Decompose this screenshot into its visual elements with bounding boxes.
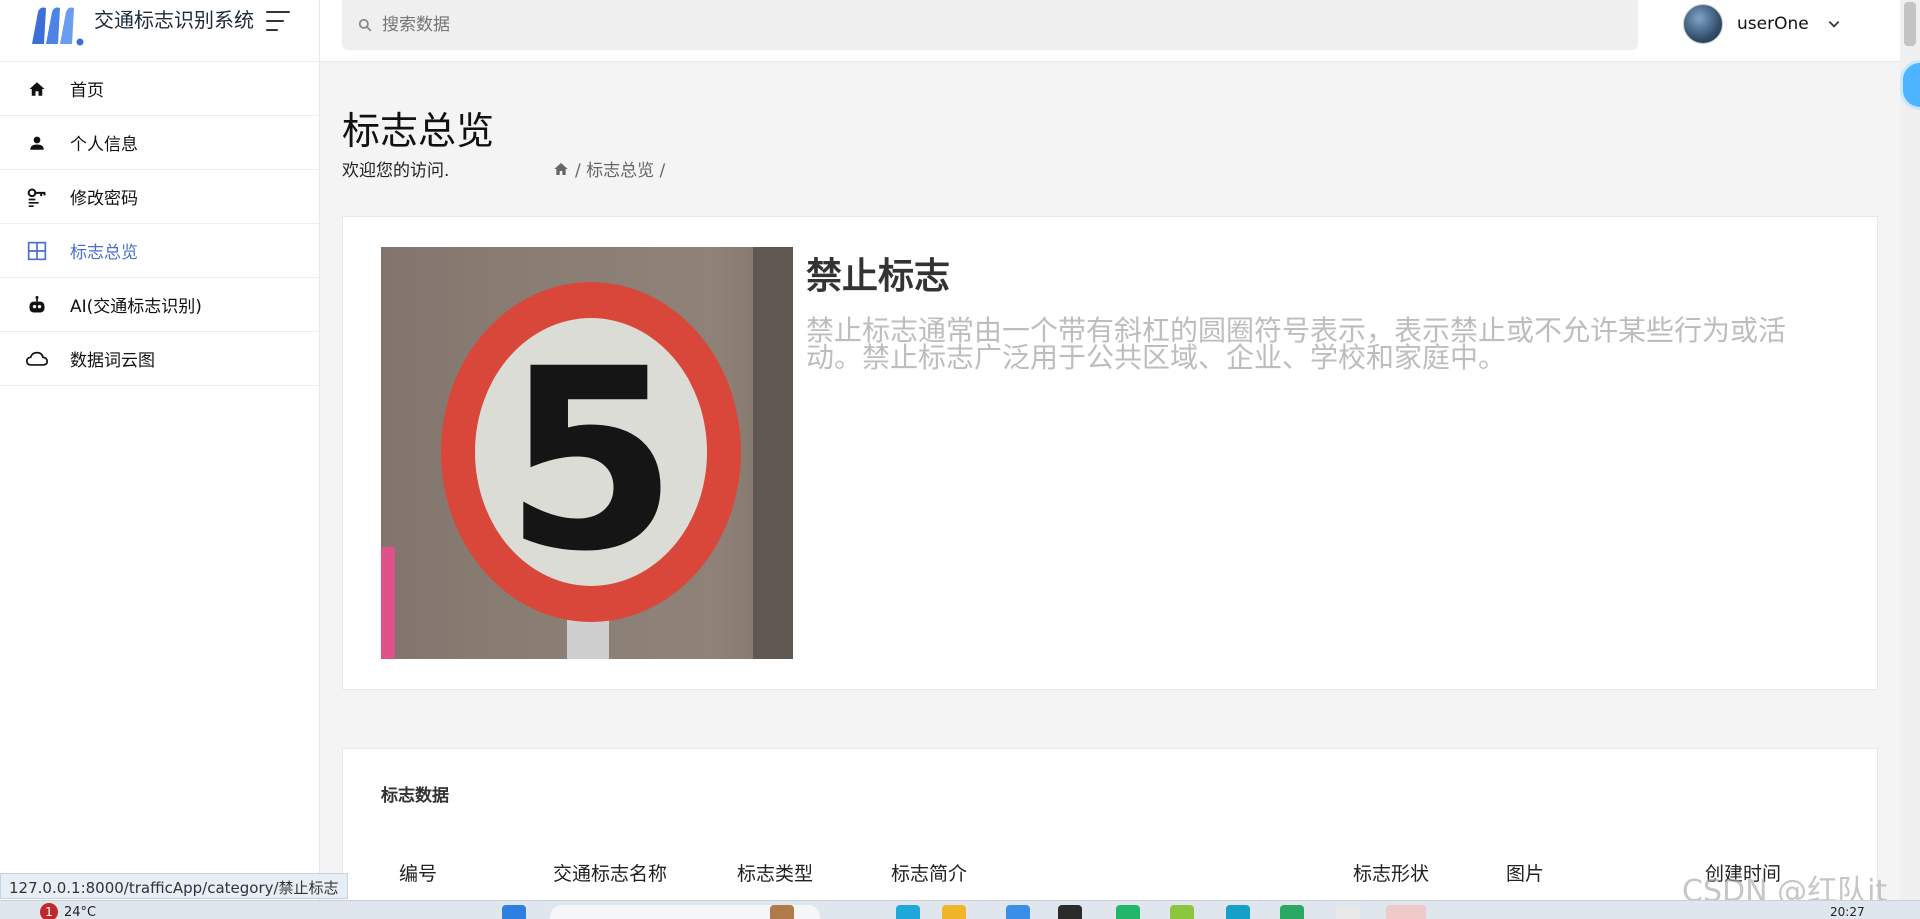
taskbar-clock[interactable]: 20:27 <box>1830 905 1865 919</box>
app-icon[interactable] <box>1170 905 1194 919</box>
welcome-text: 欢迎您的访问. <box>342 161 450 181</box>
sidebar-item-label: 数据词云图 <box>70 351 155 371</box>
search-input[interactable] <box>382 15 1598 35</box>
link-status-url: 127.0.0.1:8000/trafficApp/category/禁止标志 <box>0 873 348 899</box>
key-icon <box>26 186 48 208</box>
sidebar-item-wordcloud[interactable]: 数据词云图 <box>0 332 319 386</box>
search-icon <box>358 18 372 32</box>
column-header[interactable]: 标志类型 <box>737 859 813 886</box>
sidebar-item-password[interactable]: 修改密码 <box>0 170 319 224</box>
sidebar-item-ai-recognition[interactable]: AI(交通标志识别) <box>0 278 319 332</box>
os-taskbar: 1 24°C 20:27 <box>0 900 1920 919</box>
cloud-icon <box>26 348 48 370</box>
sign-category-description: 禁止标志通常由一个带有斜杠的圆圈符号表示，表示禁止或不允许某些行为或活动。禁止标… <box>806 314 1787 374</box>
column-header[interactable]: 图片 <box>1506 859 1544 886</box>
robot-icon <box>26 294 48 316</box>
sign-category-title: 禁止标志 <box>806 256 951 297</box>
windows-start-icon[interactable] <box>502 905 526 919</box>
breadcrumb: / 标志总览 / <box>553 156 665 181</box>
person-icon <box>26 132 48 154</box>
sidebar-item-label: 标志总览 <box>70 243 138 263</box>
grid-icon <box>26 240 48 262</box>
sidebar-item-label: 首页 <box>70 81 104 101</box>
app-icon[interactable] <box>1006 905 1030 919</box>
top-header: userOne <box>320 0 1900 62</box>
username: userOne <box>1737 14 1809 34</box>
column-header[interactable]: 标志形状 <box>1353 859 1429 886</box>
app-icon[interactable] <box>1116 905 1140 919</box>
search-bar[interactable] <box>342 0 1638 50</box>
table-title: 标志数据 <box>381 786 449 806</box>
user-menu[interactable]: userOne <box>1683 4 1841 44</box>
column-header[interactable]: 标志简介 <box>891 859 967 886</box>
sidebar-item-profile[interactable]: 个人信息 <box>0 116 319 170</box>
sign-detail-card: 5 禁止标志 禁止标志通常由一个带有斜杠的圆圈符号表示，表示禁止或不允许某些行为… <box>342 216 1878 690</box>
app-title: 交通标志识别系统 <box>94 8 254 32</box>
sidebar: 交通标志识别系统 首页 个人信息 修改密码 标志总览 AI(交通标志识别) 数据… <box>0 0 320 900</box>
app-icon[interactable] <box>1280 905 1304 919</box>
avatar[interactable] <box>1683 4 1723 44</box>
sidebar-item-label: AI(交通标志识别) <box>70 297 202 317</box>
sign-data-table: 标志数据 编号 交通标志名称 标志类型 标志简介 标志形状 图片 创建时间 <box>342 748 1878 919</box>
page-scrollbar[interactable] <box>1900 0 1920 900</box>
column-header[interactable]: 编号 <box>399 859 437 886</box>
breadcrumb-current[interactable]: / 标志总览 / <box>575 156 665 181</box>
home-icon[interactable] <box>553 161 569 177</box>
brand: 交通标志识别系统 <box>0 0 319 62</box>
app-icon[interactable] <box>770 905 794 919</box>
sidebar-item-label: 个人信息 <box>70 135 138 155</box>
app-logo[interactable] <box>28 4 86 46</box>
app-icon[interactable] <box>1226 905 1250 919</box>
page-title: 标志总览 <box>342 109 495 153</box>
file-explorer-icon[interactable] <box>942 905 966 919</box>
app-icon[interactable] <box>1336 905 1360 919</box>
weather-temperature: 24°C <box>64 904 97 919</box>
terminal-icon[interactable] <box>1058 905 1082 919</box>
sidebar-item-overview[interactable]: 标志总览 <box>0 224 319 278</box>
home-icon <box>26 78 48 100</box>
sidebar-item-home[interactable]: 首页 <box>0 62 319 116</box>
edge-browser-icon[interactable] <box>896 905 920 919</box>
sign-number: 5 <box>504 315 678 606</box>
notification-badge: 1 <box>40 903 58 919</box>
sign-image: 5 <box>381 247 793 659</box>
weather-widget[interactable]: 1 24°C <box>40 903 96 919</box>
column-header[interactable]: 交通标志名称 <box>553 859 667 886</box>
chevron-down-icon[interactable] <box>1827 17 1841 31</box>
chrome-browser-icon[interactable] <box>1386 905 1426 919</box>
menu-toggle-button[interactable] <box>266 10 292 31</box>
scrollbar-thumb[interactable] <box>1904 2 1916 46</box>
sidebar-item-label: 修改密码 <box>70 189 138 209</box>
